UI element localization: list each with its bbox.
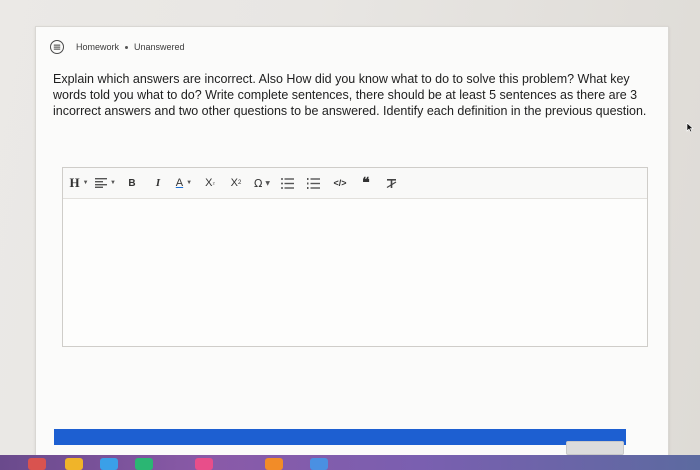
- dock-app-icon[interactable]: [195, 458, 213, 470]
- superscript-button[interactable]: X2: [226, 172, 246, 194]
- rich-text-editor[interactable]: H ▼ ▼ B I A ▼ X₂ X2 Ω ▼ </> ❝: [62, 167, 648, 347]
- subscript-label: X: [205, 177, 213, 189]
- bold-button[interactable]: B: [122, 172, 142, 194]
- quote-button[interactable]: ❝: [356, 172, 376, 194]
- subscript-button[interactable]: X₂: [200, 172, 220, 194]
- numbered-list-icon: [307, 177, 321, 189]
- numbered-list-button[interactable]: [304, 172, 324, 194]
- align-button[interactable]: ▼: [95, 172, 116, 194]
- question-list-icon: [50, 40, 64, 54]
- chevron-down-icon: ▼: [82, 180, 89, 186]
- superscript-label: X: [230, 177, 238, 189]
- question-text: Explain which answers are incorrect. Als…: [53, 72, 647, 118]
- dock-app-icon[interactable]: [100, 458, 118, 470]
- font-color-label: A: [175, 177, 184, 189]
- clear-formatting-icon: [387, 178, 397, 188]
- quote-icon: ❝: [362, 175, 370, 191]
- bulleted-list-button[interactable]: [278, 172, 298, 194]
- status-label: Unanswered: [134, 42, 185, 52]
- editor-toolbar: H ▼ ▼ B I A ▼ X₂ X2 Ω ▼ </> ❝: [63, 168, 647, 199]
- clear-formatting-button[interactable]: [382, 172, 402, 194]
- chevron-down-icon: ▼: [110, 180, 116, 186]
- heading-button[interactable]: H ▼: [69, 172, 89, 194]
- font-color-button[interactable]: A ▼: [174, 172, 194, 194]
- dock-app-icon[interactable]: [265, 458, 283, 470]
- dock-app-icon[interactable]: [135, 458, 153, 470]
- italic-button[interactable]: I: [148, 172, 168, 194]
- section-label: Homework: [76, 42, 120, 52]
- align-left-icon: [95, 178, 107, 188]
- special-char-label: Ω: [253, 176, 263, 190]
- footer-button[interactable]: [566, 441, 624, 455]
- bulleted-list-icon: [281, 177, 295, 189]
- editor-text-area[interactable]: [63, 199, 647, 346]
- chevron-down-icon: ▼: [265, 179, 270, 187]
- question-card: Homework Unanswered Explain which answer…: [35, 26, 669, 460]
- question-header: Homework Unanswered: [50, 36, 185, 58]
- code-button[interactable]: </>: [330, 172, 350, 194]
- special-character-button[interactable]: Ω ▼: [252, 172, 272, 194]
- separator-dot: [125, 45, 129, 49]
- dock-app-icon[interactable]: [28, 458, 46, 470]
- submit-bar: [54, 429, 626, 445]
- mouse-cursor-icon: [686, 122, 694, 133]
- dock-app-icon[interactable]: [310, 458, 328, 470]
- dock-app-icon[interactable]: [65, 458, 83, 470]
- heading-label: H: [69, 175, 80, 190]
- chevron-down-icon: ▼: [186, 180, 193, 186]
